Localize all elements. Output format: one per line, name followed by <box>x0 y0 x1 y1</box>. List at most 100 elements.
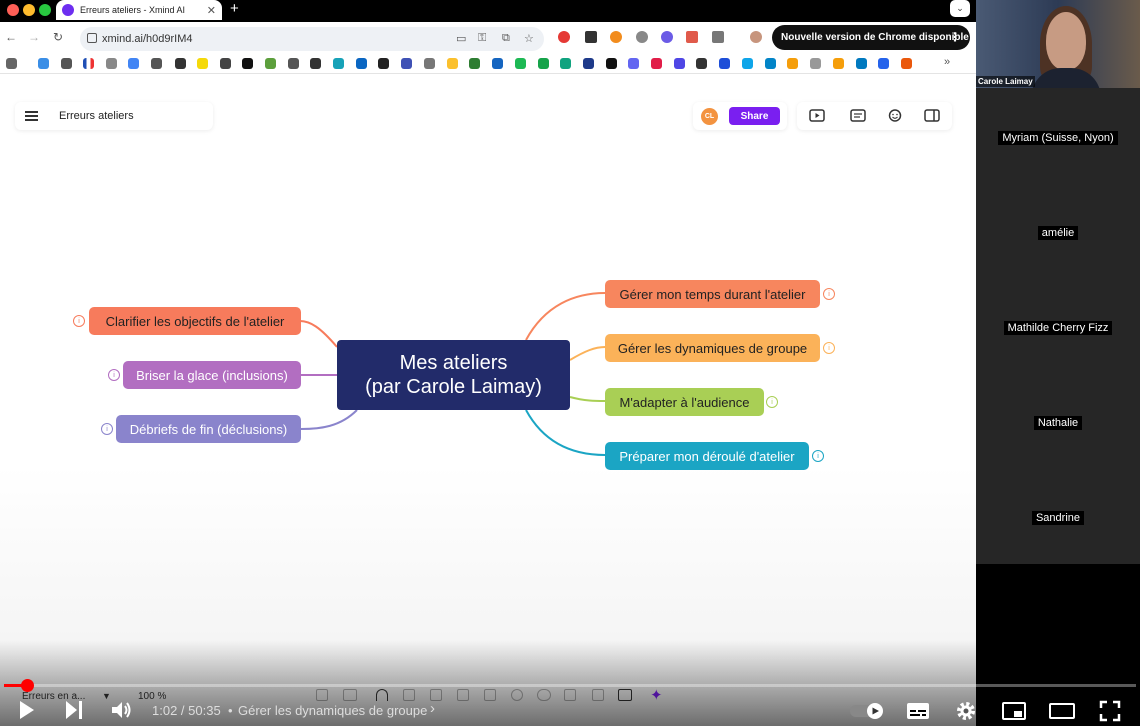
bookmark-icon[interactable] <box>674 58 685 69</box>
bookmark-icon[interactable] <box>447 58 458 69</box>
topic-m-adapter-audience[interactable]: M'adapter à l'audience <box>605 388 764 416</box>
topic-info-icon[interactable]: i <box>108 369 120 381</box>
bookmark-icon[interactable] <box>492 58 503 69</box>
insert-tool-icon[interactable] <box>618 689 632 701</box>
boundary-tool-icon[interactable] <box>403 689 415 701</box>
extension-icon[interactable] <box>661 31 673 43</box>
chevron-right-icon[interactable]: › <box>430 700 435 717</box>
bookmark-icon[interactable] <box>242 58 253 69</box>
topic-info-icon[interactable]: i <box>823 342 835 354</box>
bookmark-icon[interactable] <box>469 58 480 69</box>
bookmark-icon[interactable] <box>833 58 844 69</box>
bookmark-icon[interactable] <box>628 58 639 69</box>
bookmark-icon[interactable] <box>265 58 276 69</box>
bookmark-icon[interactable] <box>175 58 186 69</box>
topic-briser-la-glace[interactable]: Briser la glace (inclusions) <box>123 361 301 389</box>
bookmark-icon[interactable] <box>151 58 162 69</box>
bookmark-icon[interactable] <box>787 58 798 69</box>
bookmark-icon[interactable] <box>128 58 139 69</box>
bookmark-star-icon[interactable]: ☆ <box>524 32 534 45</box>
bookmark-icon[interactable] <box>765 58 776 69</box>
bookmark-icon[interactable] <box>288 58 299 69</box>
video-scrubber-handle[interactable] <box>20 679 34 692</box>
topic-info-icon[interactable]: i <box>73 315 85 327</box>
adblock-extension-icon[interactable] <box>558 31 570 43</box>
bookmark-icon[interactable] <box>38 58 49 69</box>
extension-icon[interactable] <box>686 31 698 43</box>
bookmark-icon[interactable] <box>83 58 94 69</box>
topic-info-icon[interactable]: i <box>812 450 824 462</box>
volume-icon[interactable] <box>110 699 134 721</box>
bookmark-icon[interactable] <box>583 58 594 69</box>
linkedin-bookmark-icon[interactable] <box>356 58 367 69</box>
bookmark-icon[interactable] <box>515 58 526 69</box>
chrome-update-button[interactable]: Nouvelle version de Chrome disponible ⋮ <box>772 25 970 50</box>
topic-clarifier-objectifs[interactable]: Clarifier les objectifs de l'atelier <box>89 307 301 335</box>
topic-preparer-deroule[interactable]: Préparer mon déroulé d'atelier <box>605 442 809 470</box>
bookmark-icon[interactable] <box>333 58 344 69</box>
link-tool-icon[interactable] <box>537 689 551 701</box>
bookmark-icon[interactable] <box>197 58 208 69</box>
more-bookmarks-icon[interactable]: » <box>944 56 950 68</box>
subtopic-tool-icon[interactable] <box>316 689 328 701</box>
trello-bookmark-icon[interactable] <box>856 58 867 69</box>
participant-tile[interactable]: Nathalie <box>976 413 1140 431</box>
video-progress-bar[interactable] <box>4 679 1136 692</box>
bookmark-icon[interactable] <box>651 58 662 69</box>
attachment-tool-icon[interactable] <box>511 689 523 701</box>
minimize-window-button[interactable] <box>23 4 35 16</box>
topic-info-icon[interactable]: i <box>823 288 835 300</box>
browser-tab[interactable]: Erreurs ateliers - Xmind AI ✕ <box>56 0 222 20</box>
relationship-tool-icon[interactable] <box>376 689 388 701</box>
password-key-icon[interactable]: ⚿ <box>478 32 486 45</box>
topic-debriefs-de-fin[interactable]: Débriefs de fin (déclusions) <box>116 415 301 443</box>
image-tool-icon[interactable] <box>564 689 576 701</box>
bookmark-icon[interactable] <box>310 58 321 69</box>
autoplay-toggle[interactable] <box>849 702 885 720</box>
bookmark-icon[interactable] <box>810 58 821 69</box>
camera-extension-icon[interactable] <box>636 31 648 43</box>
xmind-canvas[interactable]: Erreurs ateliers CL Share Mes ateliers (… <box>0 75 976 726</box>
participant-tile[interactable]: Mathilde Cherry Fizz <box>976 318 1140 336</box>
next-video-icon[interactable] <box>64 699 84 721</box>
theater-mode-icon[interactable] <box>1049 702 1075 720</box>
new-tab-button[interactable]: + <box>230 1 239 17</box>
task-tool-icon[interactable] <box>484 689 496 701</box>
back-icon[interactable]: ← <box>5 30 17 44</box>
install-app-icon[interactable]: ⧉ <box>502 32 510 45</box>
cast-icon[interactable]: ▭ <box>456 32 466 45</box>
miniplayer-icon[interactable] <box>1002 702 1026 720</box>
tab-search-button[interactable]: ⌄ <box>950 0 970 17</box>
bookmark-icon[interactable] <box>401 58 412 69</box>
maximize-window-button[interactable] <box>39 4 51 16</box>
extensions-puzzle-icon[interactable] <box>712 31 724 43</box>
topic-gerer-dynamiques[interactable]: Gérer les dynamiques de groupe <box>605 334 820 362</box>
bookmark-icon[interactable] <box>696 58 707 69</box>
topic-gerer-mon-temps[interactable]: Gérer mon temps durant l'atelier <box>605 280 820 308</box>
ai-sparkle-icon[interactable]: ✦ <box>650 686 663 704</box>
note-tool-icon[interactable] <box>457 689 469 701</box>
play-icon[interactable] <box>18 699 36 721</box>
bookmark-icon[interactable] <box>742 58 753 69</box>
participant-tile[interactable]: Sandrine <box>976 508 1140 526</box>
chapter-title[interactable]: Gérer les dynamiques de groupe <box>238 703 427 718</box>
formula-tool-icon[interactable] <box>592 689 604 701</box>
bookmark-icon[interactable] <box>378 58 389 69</box>
bookmark-icon[interactable] <box>560 58 571 69</box>
participant-tile[interactable]: Myriam (Suisse, Nyon) <box>976 128 1140 146</box>
bookmark-icon[interactable] <box>220 58 231 69</box>
extension-icon[interactable] <box>610 31 622 43</box>
topic-info-icon[interactable]: i <box>766 396 778 408</box>
bookmark-icon[interactable] <box>878 58 889 69</box>
apps-grid-icon[interactable] <box>6 58 17 69</box>
bookmark-icon[interactable] <box>106 58 117 69</box>
central-topic[interactable]: Mes ateliers (par Carole Laimay) <box>337 340 570 410</box>
subtitles-icon[interactable] <box>906 702 930 720</box>
bookmark-icon[interactable] <box>538 58 549 69</box>
fullscreen-icon[interactable] <box>1099 700 1121 722</box>
bookmark-icon[interactable] <box>61 58 72 69</box>
participant-tile[interactable]: amélie <box>976 223 1140 241</box>
bookmark-icon[interactable] <box>424 58 435 69</box>
forward-icon[interactable]: → <box>28 30 40 44</box>
bookmark-icon[interactable] <box>719 58 730 69</box>
